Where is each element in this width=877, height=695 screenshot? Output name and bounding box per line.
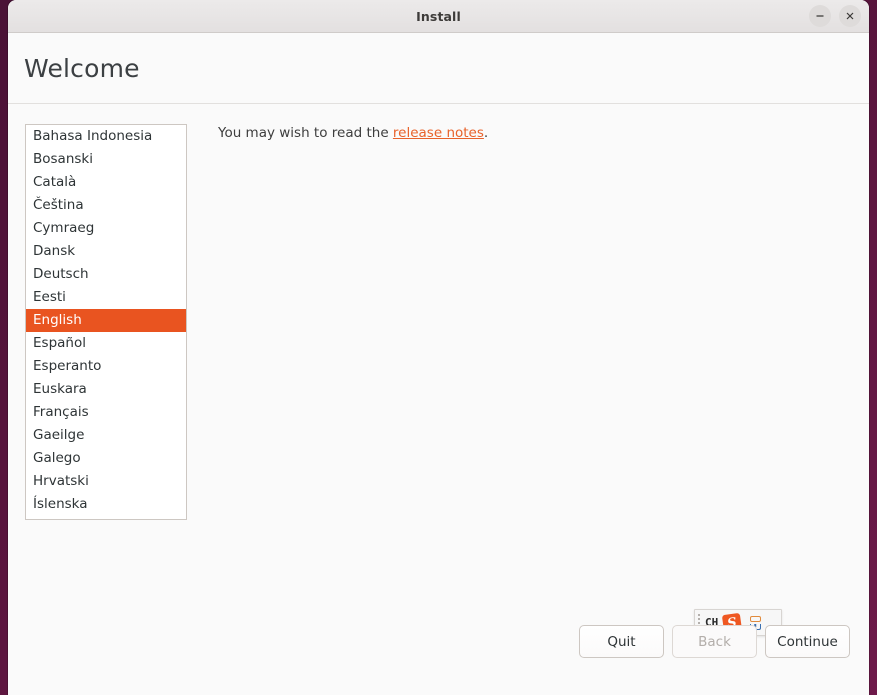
language-item[interactable]: Català: [26, 171, 186, 194]
page-content: Bahasa Indonesia Bosanski Català Čeština Cym…: [8, 104, 869, 695]
minimize-button[interactable]: [809, 5, 831, 27]
continue-button[interactable]: Continue: [765, 625, 850, 658]
language-item[interactable]: Français: [26, 401, 186, 424]
close-button[interactable]: [839, 5, 861, 27]
language-item[interactable]: Cymraeg: [26, 217, 186, 240]
language-item[interactable]: Bahasa Indonesia: [26, 125, 186, 148]
language-item[interactable]: Íslenska: [26, 493, 186, 516]
language-item[interactable]: Hrvatski: [26, 470, 186, 493]
close-icon: [846, 12, 854, 20]
window-controls: [809, 0, 861, 32]
language-item[interactable]: Dansk: [26, 240, 186, 263]
release-notes-prefix: You may wish to read the: [218, 125, 393, 141]
back-button: Back: [672, 625, 757, 658]
release-notes-link[interactable]: release notes: [393, 125, 484, 141]
language-item[interactable]: Esperanto: [26, 355, 186, 378]
release-notes-text: You may wish to read the release notes.: [218, 125, 488, 141]
language-item[interactable]: Bosanski: [26, 148, 186, 171]
window-title: Install: [416, 8, 461, 24]
quit-button[interactable]: Quit: [579, 625, 664, 658]
language-item[interactable]: Gaeilge: [26, 424, 186, 447]
release-notes-suffix: .: [483, 125, 489, 141]
installer-window: Install Welcome Bahasa Indonesia Bosanski…: [8, 0, 869, 695]
language-item[interactable]: English: [26, 309, 186, 332]
page-header: Welcome: [8, 33, 869, 104]
language-item[interactable]: Čeština: [26, 194, 186, 217]
language-item[interactable]: Eesti: [26, 286, 186, 309]
minimize-icon: [816, 15, 824, 17]
language-item[interactable]: Euskara: [26, 378, 186, 401]
language-item[interactable]: Español: [26, 332, 186, 355]
soft-keyboard-icon-top: [749, 615, 761, 622]
language-list[interactable]: Bahasa Indonesia Bosanski Català Čeština Cym…: [25, 124, 187, 520]
language-item[interactable]: Galego: [26, 447, 186, 470]
window-titlebar: Install: [8, 0, 869, 33]
action-button-row: Quit Back Continue: [579, 625, 850, 658]
page-title: Welcome: [24, 53, 140, 83]
language-item[interactable]: Deutsch: [26, 263, 186, 286]
